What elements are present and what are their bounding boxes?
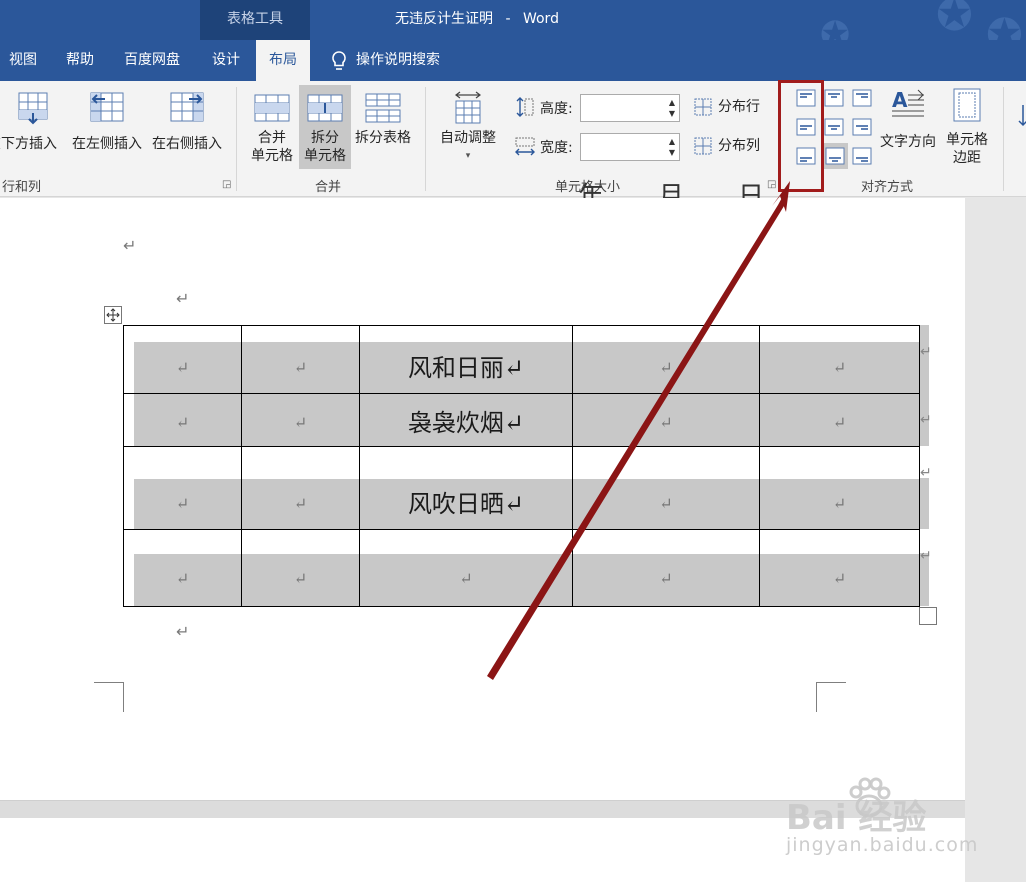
annotation-highlight-box <box>778 80 824 192</box>
paragraph-mark: ↵ <box>123 236 137 255</box>
word-window: 表格工具 无违反计生证明 - Word ✪ ✪ ✪ 视图 帮助 百度网盘 设计 … <box>0 0 1026 882</box>
table-cell[interactable]: ↵ <box>123 529 242 607</box>
title-separator: - <box>505 11 511 27</box>
title-bar: 表格工具 无违反计生证明 - Word ✪ ✪ ✪ <box>0 0 1026 58</box>
tab-help[interactable]: 帮助 <box>56 40 104 81</box>
table-cell[interactable]: ↵ <box>241 393 360 447</box>
document-name: 无违反计生证明 <box>395 11 493 27</box>
background-star-icon: ✪ <box>936 0 973 41</box>
table-cell[interactable]: ↵ <box>759 446 920 530</box>
table-cell[interactable]: ↵ <box>241 529 360 607</box>
page-crop-mark <box>94 682 124 712</box>
row-end-mark: ↵ <box>920 548 932 564</box>
table-tools-context-label: 表格工具 <box>200 0 310 40</box>
table-cell[interactable]: ↵ <box>572 325 760 394</box>
table-cell[interactable]: ↵ <box>123 446 242 530</box>
tab-design[interactable]: 设计 <box>202 40 250 81</box>
table-row: ↵ ↵ 风和日丽↵ ↵ ↵ <box>123 325 920 394</box>
table-resize-handle[interactable] <box>919 607 937 625</box>
table-cell[interactable]: ↵ <box>572 446 760 530</box>
ribbon-tabs: 视图 帮助 百度网盘 设计 布局 操作说明搜索 <box>0 40 1026 81</box>
document-title: 无违反计生证明 - Word <box>395 8 559 28</box>
app-name: Word <box>522 11 559 27</box>
page-crop-mark <box>816 682 846 712</box>
table-cell[interactable]: ↵ <box>123 393 242 447</box>
tab-baidu-netdisk[interactable]: 百度网盘 <box>114 40 190 81</box>
table-cell[interactable]: ↵ <box>759 393 920 447</box>
table-cell[interactable]: ↵ <box>759 325 920 394</box>
table-cell[interactable]: ↵ <box>241 325 360 394</box>
row-end-mark: ↵ <box>920 344 932 360</box>
tab-layout[interactable]: 布局 <box>256 40 310 81</box>
paragraph-mark: ↵ <box>176 622 190 641</box>
row-end-mark: ↵ <box>920 465 932 481</box>
vertical-scroll-area[interactable] <box>965 198 1026 882</box>
lightbulb-icon[interactable] <box>330 40 348 81</box>
watermark-logo-text: Bai 经验 <box>786 798 927 838</box>
table-row: ↵ ↵ 袅袅炊烟↵ ↵ ↵ <box>123 393 920 447</box>
table-cell[interactable]: ↵ <box>572 529 760 607</box>
table-move-handle-icon[interactable] <box>104 306 122 324</box>
row-end-mark: ↵ <box>920 412 932 428</box>
tab-view[interactable]: 视图 <box>0 40 46 81</box>
tell-me-search[interactable]: 操作说明搜索 <box>356 40 456 81</box>
page-crop-mark <box>94 682 95 712</box>
table-row: ↵ ↵ ↵ ↵ ↵ <box>123 529 920 607</box>
table-cell[interactable]: ↵ <box>572 393 760 447</box>
table-cell[interactable]: 袅袅炊烟↵ <box>359 393 573 447</box>
table-cell[interactable]: ↵ <box>241 446 360 530</box>
table-cell[interactable]: ↵ <box>123 325 242 394</box>
row-end-shading <box>919 478 929 529</box>
table-cell[interactable]: 风和日丽↵ <box>359 325 573 394</box>
table-cell[interactable]: 风吹日晒↵ <box>359 446 573 530</box>
baidu-jingyan-watermark: Bai 经验 jingyan.baidu.com <box>786 777 979 860</box>
table-cell[interactable]: ↵ <box>359 529 573 607</box>
document-table[interactable]: ↵ ↵ 风和日丽↵ ↵ ↵ ↵ ↵ 袅袅炊烟↵ ↵ ↵ ↵ ↵ 风吹日晒↵ ↵ … <box>123 325 920 607</box>
ribbon-overlay-edge <box>0 81 1026 197</box>
table-row: ↵ ↵ 风吹日晒↵ ↵ ↵ <box>123 446 920 530</box>
watermark-url: jingyan.baidu.com <box>786 834 979 856</box>
paragraph-mark: ↵ <box>176 289 190 308</box>
table-cell[interactable]: ↵ <box>759 529 920 607</box>
